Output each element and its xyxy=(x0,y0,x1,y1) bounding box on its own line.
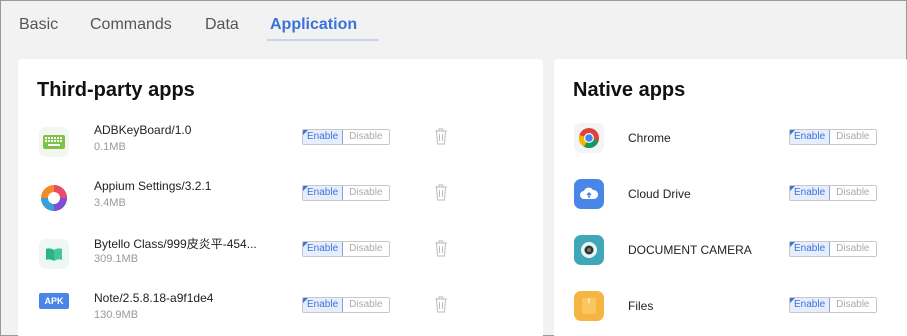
trash-icon[interactable] xyxy=(434,239,448,257)
files-icon xyxy=(574,291,604,321)
enable-disable-toggle: Enable Disable xyxy=(789,241,877,257)
app-name: Appium Settings/3.2.1 xyxy=(94,179,212,193)
disable-button[interactable]: Disable xyxy=(830,186,876,200)
enable-button[interactable]: Enable xyxy=(790,186,831,200)
book-icon xyxy=(39,239,69,269)
app-size: 0.1MB xyxy=(94,141,126,153)
disable-button[interactable]: Disable xyxy=(830,130,876,144)
tab-underline xyxy=(267,39,379,41)
trash-icon[interactable] xyxy=(434,183,448,201)
enable-button[interactable]: Enable xyxy=(790,298,831,312)
app-row: DOCUMENT CAMERA Enable Disable xyxy=(554,233,907,289)
disable-button[interactable]: Disable xyxy=(830,242,876,256)
enable-disable-toggle: Enable Disable xyxy=(302,185,390,201)
app-name: Bytello Class/999皮炎平-454... xyxy=(94,237,257,251)
disable-button[interactable]: Disable xyxy=(343,242,389,256)
app-row: APK Note/2.5.8.18-a9f1de4 130.9MB Enable… xyxy=(18,285,543,336)
enable-disable-toggle: Enable Disable xyxy=(789,185,877,201)
app-row: Files Enable Disable xyxy=(554,289,907,336)
app-name: Files xyxy=(628,299,654,313)
app-name: Cloud Drive xyxy=(628,187,691,201)
app-row: ADBKeyBoard/1.0 0.1MB Enable Disable xyxy=(18,117,543,173)
third-party-apps-title: Third-party apps xyxy=(37,79,195,101)
tab-commands[interactable]: Commands xyxy=(90,15,172,35)
native-apps-title: Native apps xyxy=(573,79,686,101)
enable-disable-toggle: Enable Disable xyxy=(302,241,390,257)
tab-basic[interactable]: Basic xyxy=(19,15,58,35)
enable-button[interactable]: Enable xyxy=(303,130,344,144)
enable-disable-toggle: Enable Disable xyxy=(789,297,877,313)
disable-button[interactable]: Disable xyxy=(343,298,389,312)
tab-data[interactable]: Data xyxy=(205,15,239,35)
tab-bar: Basic Commands Data Application xyxy=(1,1,906,43)
enable-button[interactable]: Enable xyxy=(790,130,831,144)
app-size: 130.9MB xyxy=(94,309,139,321)
trash-icon[interactable] xyxy=(434,127,448,145)
camera-icon xyxy=(574,235,604,265)
app-name: Chrome xyxy=(628,131,671,145)
cloud-drive-icon xyxy=(574,179,604,209)
app-name: Note/2.5.8.18-a9f1de4 xyxy=(94,291,214,305)
disable-button[interactable]: Disable xyxy=(830,298,876,312)
keyboard-icon xyxy=(39,127,69,157)
app-row: Chrome Enable Disable xyxy=(554,121,907,177)
apk-icon: APK xyxy=(39,293,69,309)
third-party-apps-panel: Third-party apps ADBKeyBoard/1.0 0.1MB E… xyxy=(18,59,543,336)
enable-disable-toggle: Enable Disable xyxy=(302,297,390,313)
disable-button[interactable]: Disable xyxy=(343,130,389,144)
enable-button[interactable]: Enable xyxy=(303,298,344,312)
apk-icon-label: APK xyxy=(44,296,64,306)
app-name: ADBKeyBoard/1.0 xyxy=(94,123,192,137)
enable-disable-toggle: Enable Disable xyxy=(789,129,877,145)
enable-button[interactable]: Enable xyxy=(303,242,344,256)
app-row: Appium Settings/3.2.1 3.4MB Enable Disab… xyxy=(18,173,543,229)
app-size: 3.4MB xyxy=(94,197,126,209)
trash-icon[interactable] xyxy=(434,295,448,313)
enable-button[interactable]: Enable xyxy=(303,186,344,200)
app-size: 309.1MB xyxy=(94,253,139,265)
chrome-icon xyxy=(574,123,604,153)
enable-button[interactable]: Enable xyxy=(790,242,831,256)
app-row: Cloud Drive Enable Disable xyxy=(554,177,907,233)
native-apps-panel: Native apps Chrome Enable Disable Cloud … xyxy=(554,59,907,336)
app-name: DOCUMENT CAMERA xyxy=(628,243,752,257)
enable-disable-toggle: Enable Disable xyxy=(302,129,390,145)
disable-button[interactable]: Disable xyxy=(343,186,389,200)
appium-icon xyxy=(39,183,69,213)
tab-application[interactable]: Application xyxy=(270,15,357,35)
app-row: Bytello Class/999皮炎平-454... 309.1MB Enab… xyxy=(18,229,543,285)
